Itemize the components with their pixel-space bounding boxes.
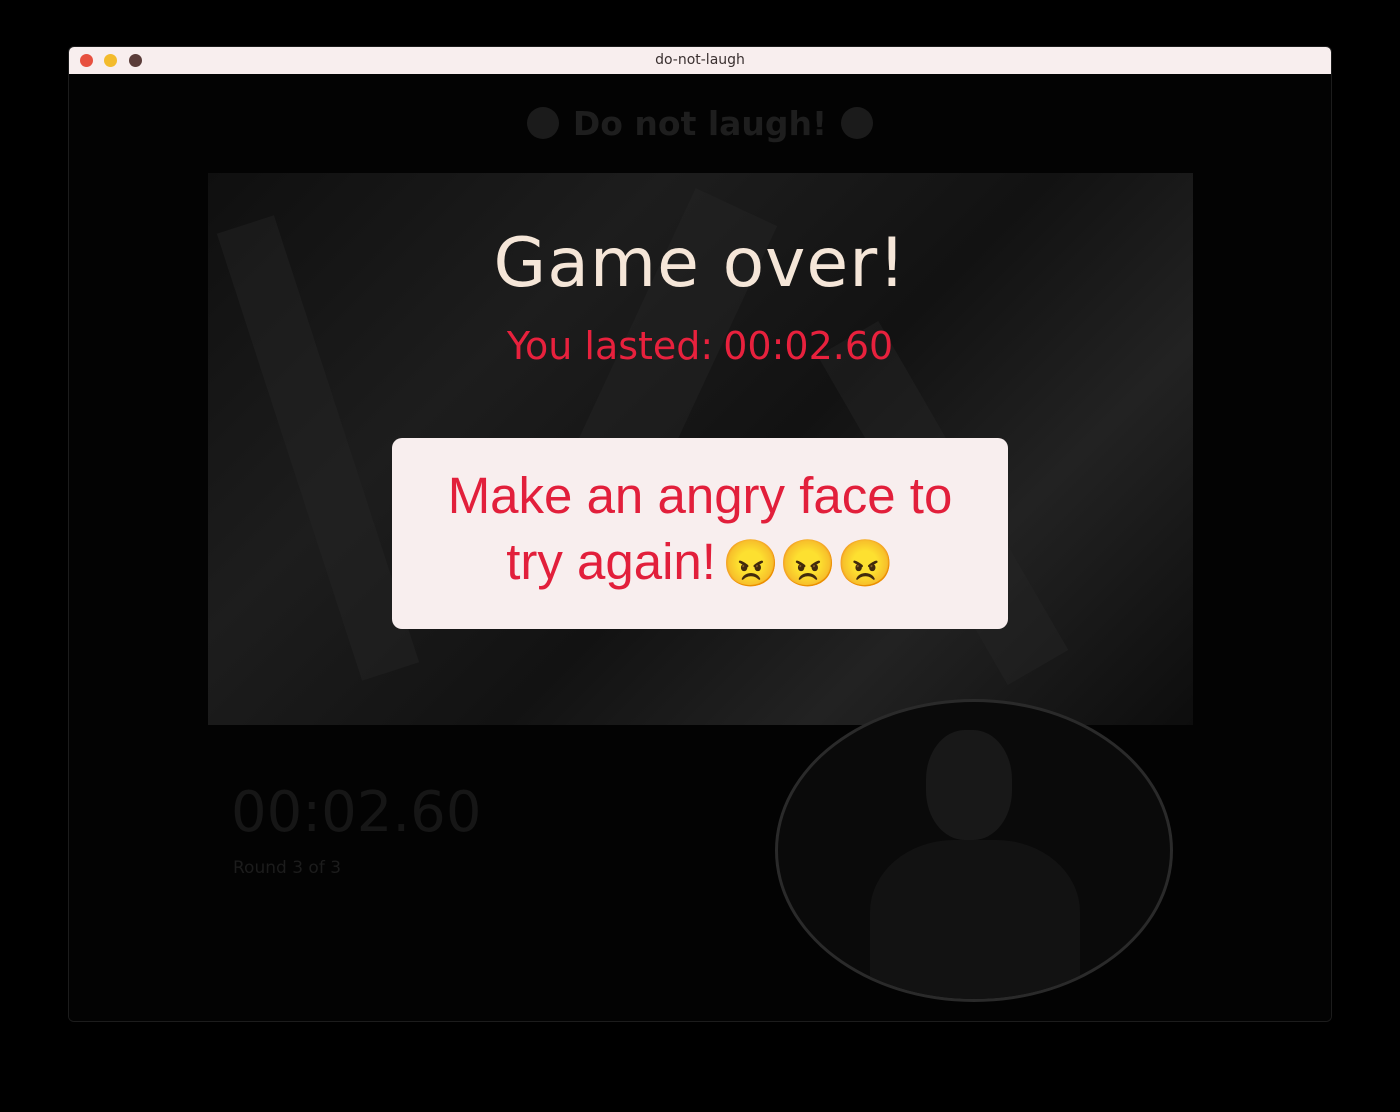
prompt-line-2: try again! 😠😠😠 bbox=[412, 529, 988, 596]
window-title: do-not-laugh bbox=[655, 52, 745, 68]
app-heading: Do not laugh! bbox=[69, 104, 1331, 143]
angry-face-icon: 😠😠😠 bbox=[721, 537, 894, 589]
webcam-person-head bbox=[926, 730, 1012, 840]
game-over-title: Game over! bbox=[493, 224, 907, 303]
webcam-preview bbox=[775, 699, 1173, 1002]
prompt-line-2-text: try again! bbox=[506, 533, 716, 590]
title-bar[interactable]: do-not-laugh bbox=[69, 47, 1331, 75]
timer-display: 00:02.60 bbox=[231, 780, 482, 845]
lasted-label: You lasted: bbox=[506, 324, 714, 368]
try-again-prompt: Make an angry face to try again! 😠😠😠 bbox=[392, 438, 1008, 629]
face-icon bbox=[526, 107, 559, 139]
prompt-line-1: Make an angry face to bbox=[447, 467, 953, 524]
round-indicator: Round 3 of 3 bbox=[233, 858, 342, 878]
lasted-value: 00:02.60 bbox=[723, 324, 894, 368]
face-icon bbox=[841, 107, 874, 139]
lasted-time: You lasted: 00:02.60 bbox=[69, 324, 1331, 368]
app-heading-text: Do not laugh! bbox=[572, 104, 828, 143]
webcam-person-body bbox=[870, 840, 1080, 999]
app-content: Do not laugh! 00:02.60 Round 3 of 3 Game… bbox=[69, 74, 1331, 1021]
app-window: do-not-laugh Do not laugh! 00:02.60 Roun… bbox=[69, 47, 1331, 1021]
